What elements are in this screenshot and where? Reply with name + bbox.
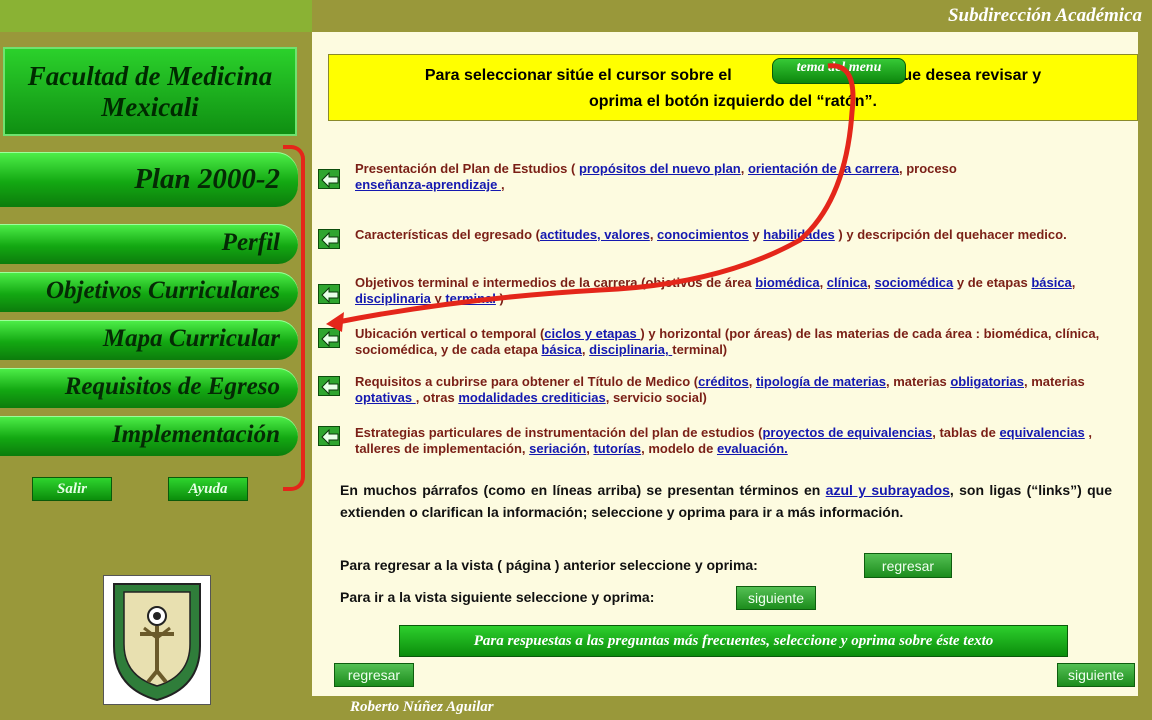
item-arrow-button[interactable]	[318, 229, 340, 249]
link-equivalencias[interactable]: equivalencias	[999, 425, 1084, 440]
next-sample-button[interactable]: siguiente	[736, 586, 816, 610]
item-objetivos: Objetivos terminal e intermedios de la c…	[355, 275, 1076, 306]
university-seal-logo	[103, 575, 211, 705]
link-biomedica[interactable]: biomédica	[755, 275, 819, 290]
link-optativas[interactable]: optativas	[355, 390, 416, 405]
right-border	[1138, 32, 1152, 720]
link-habilidades[interactable]: habilidades	[763, 227, 835, 242]
nav-objetivos-curriculares[interactable]: Objetivos Curriculares	[0, 272, 298, 312]
item-estrategias: Estrategias particulares de instrumentac…	[355, 425, 1092, 456]
bottom-next-button[interactable]: siguiente	[1057, 663, 1135, 687]
link-proyectos[interactable]: proyectos de equivalencias	[762, 425, 932, 440]
nav-plan[interactable]: Plan 2000-2	[0, 152, 298, 207]
back-sample-button[interactable]: regresar	[864, 553, 952, 578]
link-disciplinaria-2[interactable]: disciplinaria,	[589, 342, 672, 357]
header-bar: Subdirección Académica	[312, 0, 1152, 32]
exit-button[interactable]: Salir	[32, 477, 112, 501]
item-arrow-button[interactable]	[318, 284, 340, 304]
link-ciclos-etapas[interactable]: ciclos y etapas	[544, 326, 640, 341]
link-azul-subrayados[interactable]: azul y subrayados	[826, 482, 950, 498]
faq-link-button[interactable]: Para respuestas a las preguntas más frec…	[399, 625, 1068, 657]
help-button[interactable]: Ayuda	[168, 477, 248, 501]
link-sociomedica[interactable]: sociomédica	[875, 275, 954, 290]
item-presentacion: Presentación del Plan de Estudios ( prop…	[355, 161, 957, 192]
tema-menu-sample-button: tema del menu	[772, 58, 906, 84]
back-instruction: Para regresar a la vista ( página ) ante…	[340, 557, 758, 573]
link-propositos[interactable]: propósitos del nuevo plan	[579, 161, 741, 176]
item-arrow-button[interactable]	[318, 426, 340, 446]
item-arrow-button[interactable]	[318, 169, 340, 189]
links-note: En muchos párrafos (como en líneas arrib…	[340, 482, 1113, 520]
item-ubicacion: Ubicación vertical o temporal (ciclos y …	[355, 326, 1100, 357]
red-bracket	[283, 145, 305, 491]
link-creditos[interactable]: créditos	[698, 374, 749, 389]
link-tutorias[interactable]: tutorías	[593, 441, 641, 456]
instructions-line-2: oprima el botón izquierdo del “ratón”.	[588, 93, 877, 110]
author-name: Roberto Núñez Aguilar	[350, 699, 494, 715]
footer-bar: Roberto Núñez Aguilar	[312, 696, 1152, 720]
item-caracteristicas: Características del egresado (actitudes,…	[355, 227, 1067, 242]
link-basica[interactable]: básica	[1031, 275, 1071, 290]
link-modalidades[interactable]: modalidades crediticias	[458, 390, 605, 405]
top-left-band	[0, 0, 312, 32]
link-tipologia[interactable]: tipología de materias	[756, 374, 886, 389]
link-disciplinaria[interactable]: disciplinaria	[355, 291, 434, 306]
bottom-back-button[interactable]: regresar	[334, 663, 414, 687]
link-ensenanza[interactable]: enseñanza-aprendizaje	[355, 177, 501, 192]
link-clinica[interactable]: clínica	[827, 275, 867, 290]
item-arrow-button[interactable]	[318, 328, 340, 348]
link-orientacion[interactable]: orientación de la carrera	[748, 161, 899, 176]
link-seriacion[interactable]: seriación	[529, 441, 586, 456]
faculty-line-1: Facultad de Medicina	[27, 61, 273, 91]
next-instruction: Para ir a la vista siguiente seleccione …	[340, 589, 655, 605]
item-arrow-button[interactable]	[318, 376, 340, 396]
nav-implementacion[interactable]: Implementación	[0, 416, 298, 456]
instructions-box: Para seleccionar sitúe el cursor sobre e…	[328, 54, 1138, 121]
link-evaluacion[interactable]: evaluación.	[717, 441, 788, 456]
link-terminal[interactable]: terminal	[445, 291, 496, 306]
instructions-line-1: Para seleccionar sitúe el cursor sobre e…	[424, 67, 1042, 84]
nav-requisitos-egreso[interactable]: Requisitos de Egreso	[0, 368, 298, 408]
nav-perfil[interactable]: Perfil	[0, 224, 298, 264]
faculty-title: Facultad de Medicina Mexicali	[3, 47, 297, 136]
item-requisitos: Requisitos a cubrirse para obtener el Tí…	[355, 374, 1085, 405]
link-basica-2[interactable]: básica	[541, 342, 581, 357]
header-title: Subdirección Académica	[947, 5, 1142, 26]
link-conocimientos[interactable]: conocimientos	[657, 227, 749, 242]
faculty-line-2: Mexicali	[101, 92, 199, 122]
link-actitudes[interactable]: actitudes, valores	[540, 227, 650, 242]
nav-mapa-curricular[interactable]: Mapa Curricular	[0, 320, 298, 360]
link-obligatorias[interactable]: obligatorias	[950, 374, 1024, 389]
